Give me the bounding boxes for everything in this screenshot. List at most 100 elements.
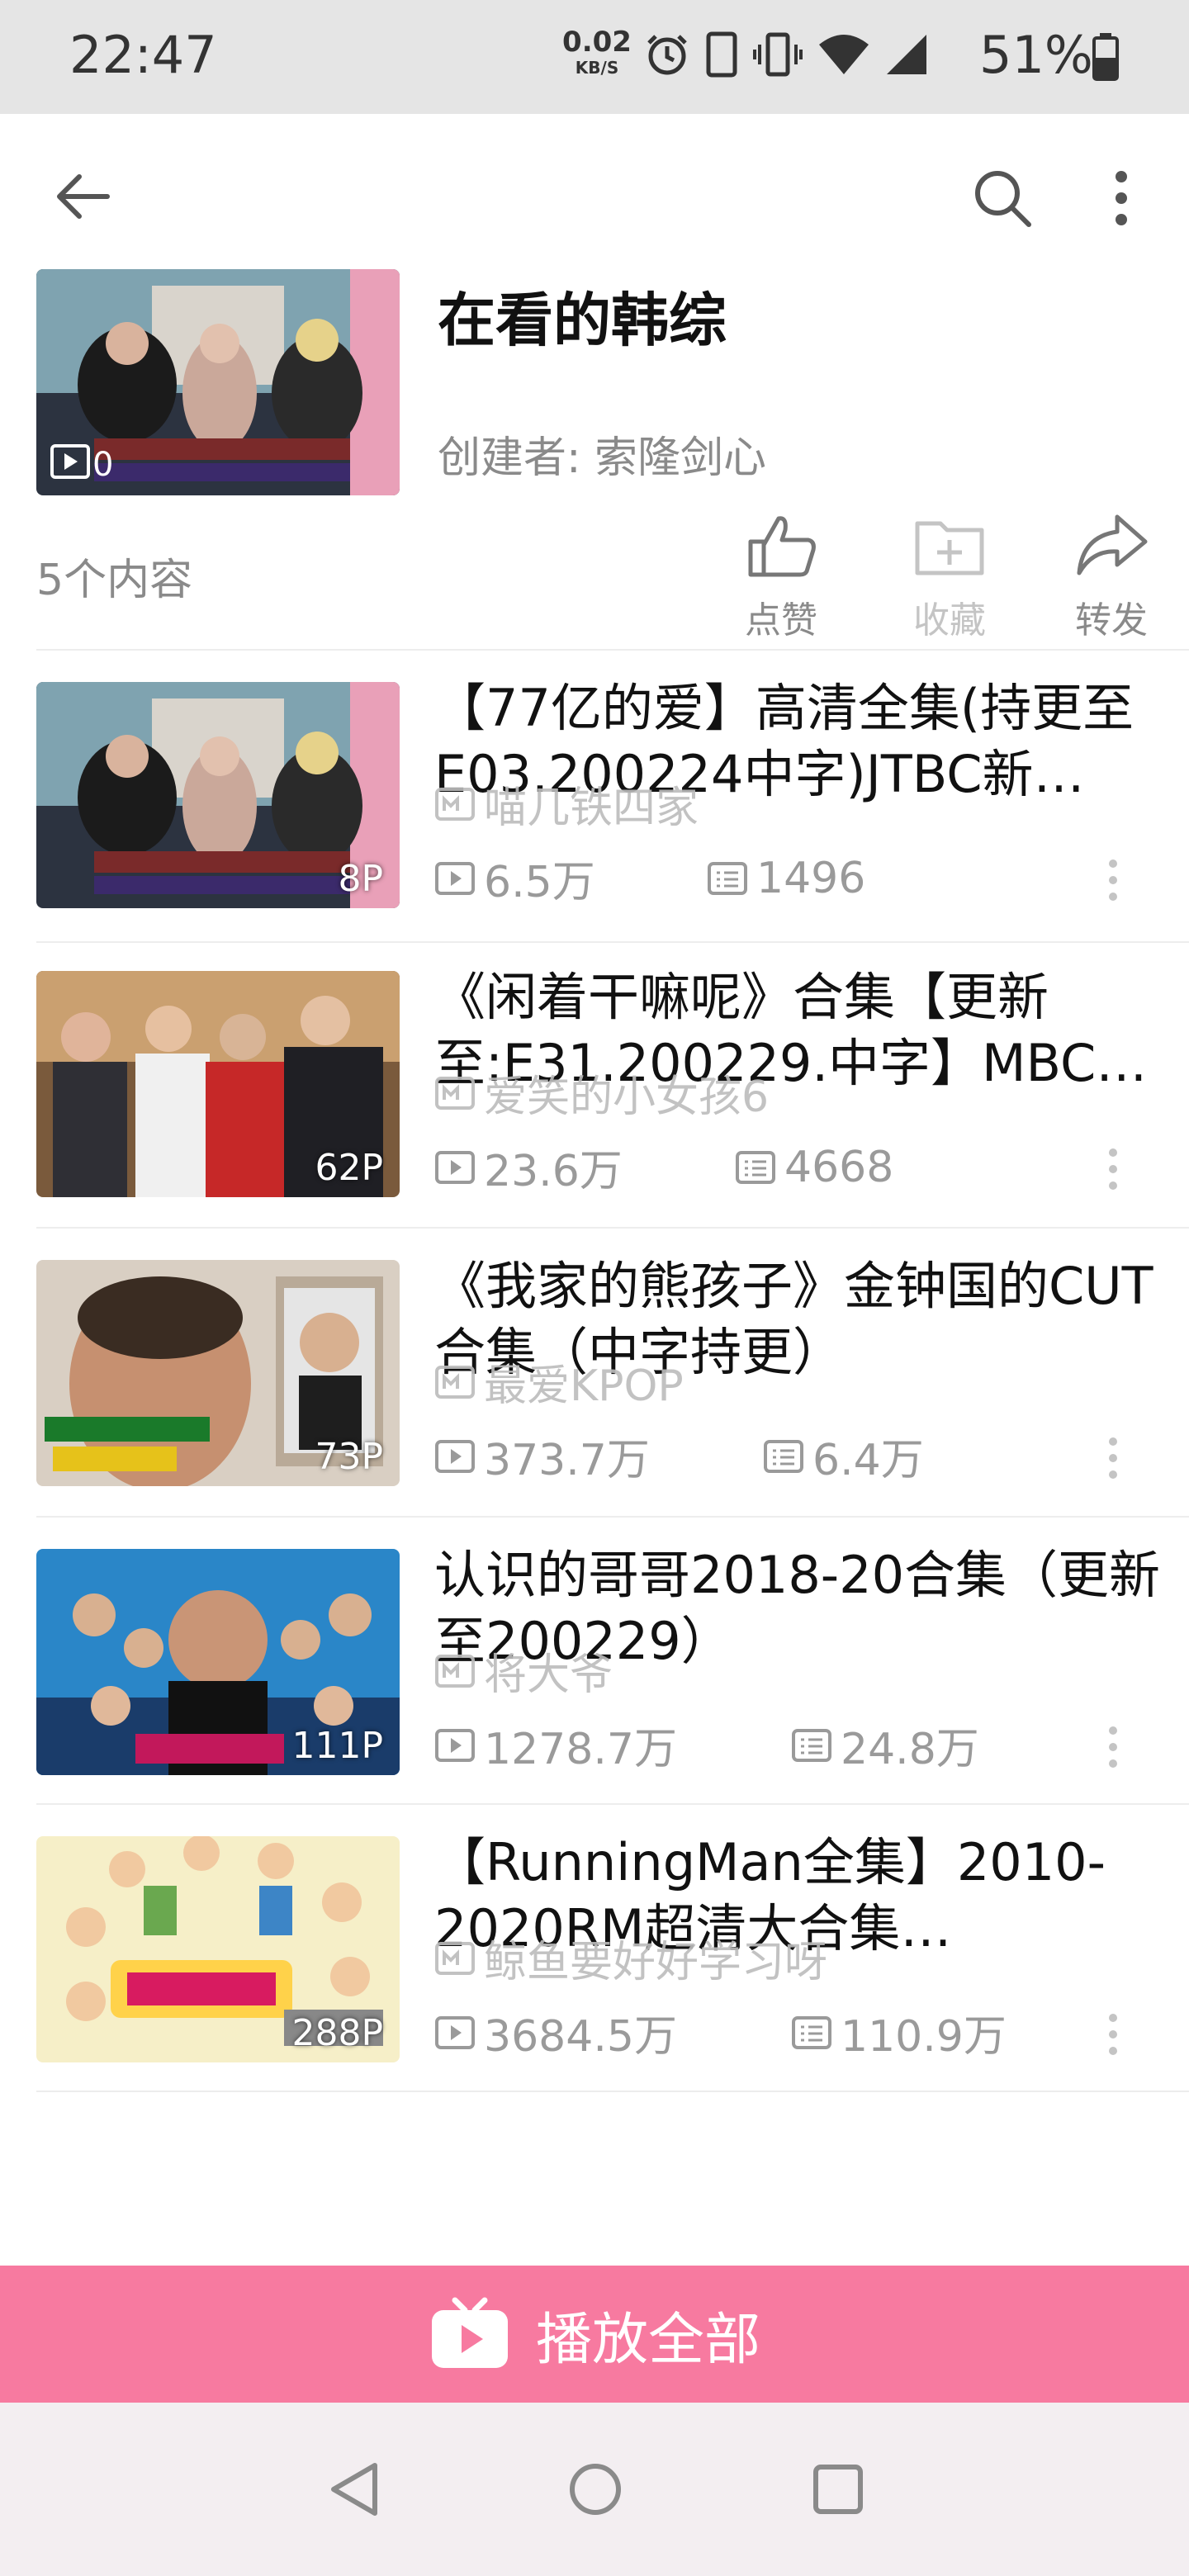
svg-text:0: 0 [92,446,113,482]
more-options-icon[interactable] [1111,168,1131,228]
comment-count-icon [764,1439,803,1473]
playlist-cover: 0 [36,269,400,495]
comment-count-icon [792,1728,831,1762]
uploader-name: 喵几铁四家 [484,784,699,833]
play-count-icon [435,861,475,895]
collect-button[interactable]: 收藏 [892,512,1007,643]
item-more-icon[interactable] [1106,1435,1120,1481]
tv-play-icon [431,2297,508,2368]
comment-count: 1496 [707,854,865,903]
comment-count-icon [708,861,747,895]
video-thumbnail: 62P [36,971,400,1197]
header-divider [36,649,1189,651]
share-button[interactable]: 转发 [1054,512,1169,643]
network-speed-value: 0.02 [562,26,632,59]
list-item[interactable]: 62P 《闲着干嘛呢》合集【更新至:E31.200229.中字】MBC… 爱笑的… [0,967,1189,1258]
signal-icon [887,35,926,74]
uploader: 鲸鱼要好好学习呀 [434,1927,827,1989]
uploader-name: 最爱KPOP [484,1361,684,1411]
play-all-label: 播放全部 [535,2307,760,2373]
folder-add-icon [915,521,984,575]
thumbs-up-icon [748,516,816,577]
part-count-badge: 8P [338,858,383,900]
uploader: 将大爷 [434,1640,613,1702]
play-count-icon [435,1150,475,1184]
comment-count: 110.9万 [791,2001,1007,2063]
share-label: 转发 [1075,599,1148,642]
item-divider [36,2091,1189,2092]
like-button[interactable]: 点赞 [723,512,839,643]
item-divider [36,1227,1189,1229]
app-bar [0,114,1189,287]
alarm-icon [647,35,687,75]
status-icons [644,31,930,78]
list-item[interactable]: 288P 【RunningMan全集】2010-2020RM超清大合集… 鲸鱼要… [0,1832,1189,2124]
list-item[interactable]: 8P 【77亿的爱】高清全集(持更至E03.200224中字)JTBC新… 喵几… [0,678,1189,969]
part-count-badge: 288P [291,2012,383,2054]
uploader: 喵几铁四家 [434,773,699,835]
uploader-icon [435,1365,475,1399]
comment-count: 6.4万 [763,1425,924,1487]
nav-home-icon[interactable] [566,2460,624,2518]
uploader: 最爱KPOP [434,1351,684,1413]
part-count-badge: 62P [315,1147,383,1189]
video-stats: 373.7万 6.4万 [434,1425,924,1487]
uploader: 爱笑的小女孩6 [434,1062,769,1124]
comment-count-icon [792,2015,831,2049]
uploader-name: 爱笑的小女孩6 [484,1073,770,1122]
play-count: 373.7万 [434,1425,763,1487]
nav-recents-icon[interactable] [811,2460,865,2518]
item-divider [36,941,1189,943]
part-count-badge: 111P [291,1725,383,1767]
uploader-icon [435,787,475,821]
video-stats: 1278.7万 24.8万 [434,1714,979,1776]
play-count-icon [435,1728,475,1762]
comment-count: 24.8万 [791,1714,979,1776]
list-item[interactable]: 73P 《我家的熊孩子》金钟国的CUT合集（中字持更） 最爱KPOP 373.7… [0,1256,1189,1547]
share-arrow-icon [1077,514,1148,575]
video-thumbnail: 73P [36,1260,400,1486]
play-count: 1278.7万 [434,1714,791,1776]
play-count: 6.5万 [434,847,707,909]
network-speed: 0.02 KB/S [561,28,632,76]
nav-back-icon[interactable] [327,2460,381,2518]
vibrate-icon [753,32,803,77]
item-more-icon[interactable] [1106,2011,1120,2057]
video-thumbnail: 288P [36,1836,400,2062]
like-label: 点赞 [745,599,817,642]
playlist-title: 在看的韩综 [438,286,727,354]
status-time: 22:47 [69,25,217,85]
back-arrow-icon[interactable] [53,172,111,221]
list-item[interactable]: 111P 认识的哥哥2018-20合集（更新至200229） 将大爷 1278.… [0,1545,1189,1836]
video-count-icon: 0 [50,444,113,482]
item-count: 5个内容 [36,556,193,605]
uploader-icon [435,1654,475,1688]
video-stats: 23.6万 4668 [434,1136,893,1198]
battery-percent: 51% [979,25,1093,85]
play-all-button[interactable]: 播放全部 [0,2266,1189,2403]
item-divider [36,1516,1189,1518]
play-count-icon [435,1439,475,1473]
search-icon[interactable] [971,167,1034,230]
play-count-icon [435,2015,475,2049]
video-thumbnail: 8P [36,682,400,908]
video-stats: 6.5万 1496 [434,847,865,909]
play-count: 3684.5万 [434,2001,791,2063]
item-more-icon[interactable] [1106,857,1120,903]
phone-icon [706,31,737,78]
uploader-icon [435,1076,475,1110]
uploader-icon [435,1941,475,1975]
item-more-icon[interactable] [1106,1146,1120,1192]
playlist-creator[interactable]: 创建者: 索隆剑心 [438,423,766,485]
video-thumbnail: 111P [36,1549,400,1775]
uploader-name: 将大爷 [484,1650,613,1700]
wifi-icon [819,35,869,74]
comment-count: 4668 [735,1143,893,1192]
item-divider [36,1803,1189,1805]
item-more-icon[interactable] [1106,1724,1120,1770]
status-bar: 22:47 0.02 KB/S 51% [0,0,1189,114]
play-count: 23.6万 [434,1136,735,1198]
uploader-name: 鲸鱼要好好学习呀 [484,1938,828,1987]
video-stats: 3684.5万 110.9万 [434,2001,1007,2063]
battery-icon [1092,33,1119,81]
